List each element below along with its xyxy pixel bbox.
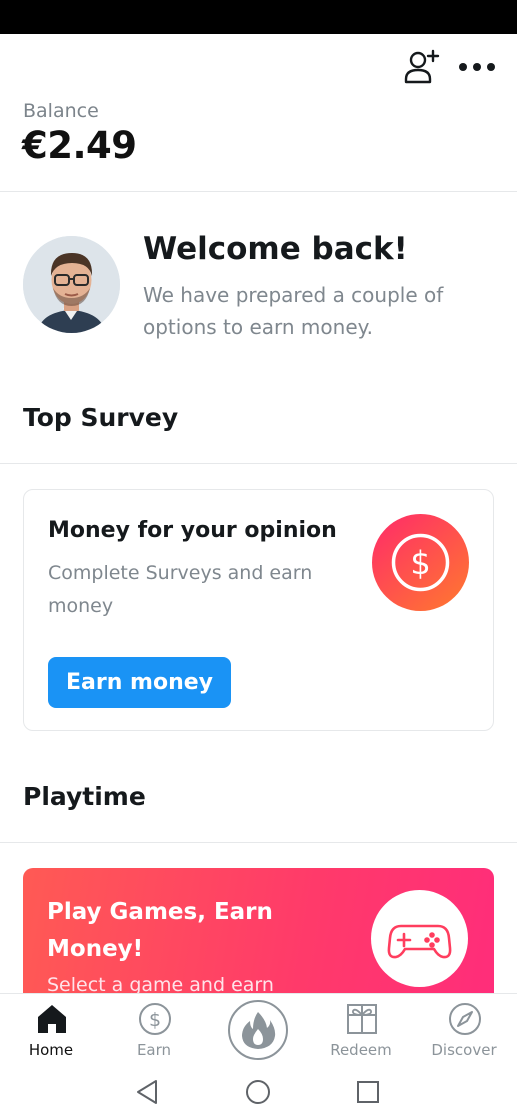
- bottom-nav: Home $ Earn Redeem Discover: [0, 993, 517, 1065]
- welcome-text: We have prepared a couple of options to …: [143, 283, 444, 339]
- dollar-icon: $: [139, 1003, 171, 1035]
- nav-label: Redeem: [330, 1041, 392, 1059]
- nav-item-earn[interactable]: $ Earn: [109, 994, 199, 1066]
- svg-text:$: $: [149, 1009, 161, 1031]
- status-bar: [0, 0, 517, 34]
- survey-card-text: Complete Surveys and earn money: [48, 562, 313, 617]
- add-friend-icon[interactable]: [402, 48, 440, 86]
- avatar[interactable]: [23, 236, 120, 333]
- flame-icon: [242, 1012, 276, 1049]
- home-icon: [38, 1005, 66, 1033]
- system-nav-bar: [0, 1065, 517, 1120]
- more-icon[interactable]: [458, 58, 496, 76]
- survey-card[interactable]: Money for your opinion Complete Surveys …: [23, 489, 494, 731]
- compass-icon: [449, 1003, 481, 1035]
- nav-label: Discover: [431, 1041, 497, 1059]
- nav-label: Home: [28, 1041, 74, 1059]
- gift-icon: [347, 1004, 377, 1034]
- header: Balance €2.49: [0, 34, 517, 192]
- playtime-card-title: Play Games, Earn Money!: [47, 899, 273, 962]
- nav-item-redeem[interactable]: Redeem: [316, 994, 406, 1066]
- balance-value: €2.49: [22, 124, 137, 167]
- balance-label: Balance: [23, 100, 99, 122]
- earn-money-button[interactable]: Earn money: [48, 657, 231, 708]
- recents-icon[interactable]: [353, 1077, 383, 1107]
- playtime-title: Playtime: [23, 782, 146, 811]
- gamepad-icon: [371, 890, 468, 987]
- dollar-icon: $: [372, 514, 469, 611]
- back-icon[interactable]: [133, 1077, 163, 1107]
- nav-item-discover[interactable]: Discover: [419, 994, 509, 1066]
- welcome-section: Welcome back! We have prepared a couple …: [0, 193, 517, 373]
- survey-card-title: Money for your opinion: [48, 518, 337, 543]
- nav-item-home[interactable]: Home: [6, 994, 96, 1066]
- nav-label: Earn: [136, 1041, 172, 1059]
- divider: [0, 842, 517, 843]
- playtime-card[interactable]: Play Games, Earn Money! Select a game an…: [23, 868, 494, 998]
- top-survey-title: Top Survey: [23, 403, 179, 432]
- divider: [0, 463, 517, 464]
- home-circle-icon[interactable]: [243, 1077, 273, 1107]
- svg-text:$: $: [410, 544, 430, 582]
- hot-offers-button[interactable]: [228, 1000, 288, 1060]
- welcome-title: Welcome back!: [143, 231, 408, 267]
